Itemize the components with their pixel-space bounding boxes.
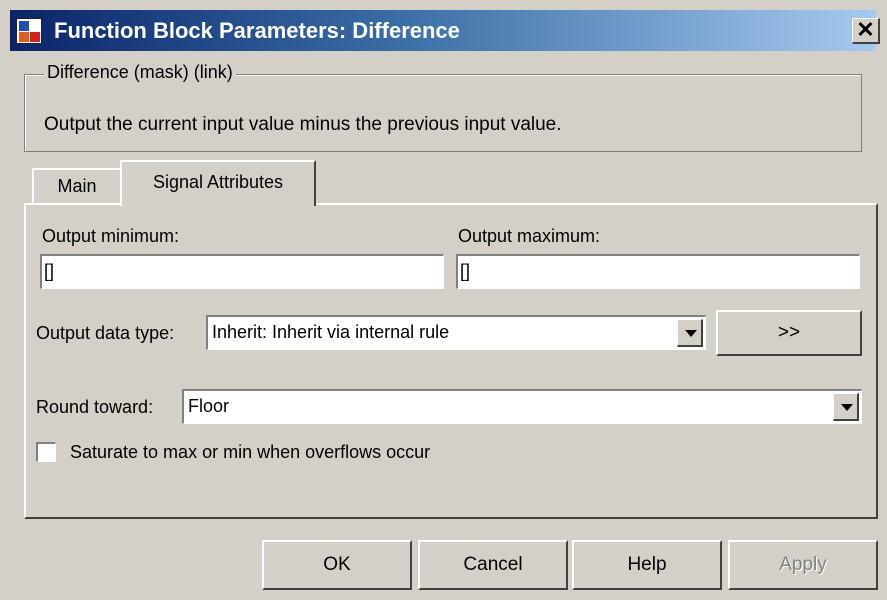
apply-button[interactable]: Apply bbox=[728, 540, 878, 590]
apply-button-label: Apply bbox=[779, 554, 827, 575]
chevron-down-icon[interactable] bbox=[677, 319, 703, 347]
chevron-down-icon[interactable] bbox=[833, 393, 859, 421]
output-data-type-value: Inherit: Inherit via internal rule bbox=[212, 322, 450, 342]
cancel-button[interactable]: Cancel bbox=[418, 540, 568, 590]
output-data-type-label: Output data type: bbox=[36, 323, 175, 343]
title-bar: Function Block Parameters: Difference ✕ bbox=[10, 10, 880, 51]
round-toward-select[interactable]: Floor bbox=[182, 389, 862, 424]
output-maximum-value: [] bbox=[460, 261, 471, 281]
output-maximum-input[interactable]: [] bbox=[456, 254, 860, 289]
tab-signal-attributes-label: Signal Attributes bbox=[152, 172, 284, 192]
saturate-checkbox[interactable] bbox=[36, 442, 56, 462]
tab-signal-attributes[interactable]: Signal Attributes bbox=[120, 160, 316, 206]
output-minimum-label: Output minimum: bbox=[42, 226, 180, 246]
data-type-assistant-label: >> bbox=[777, 322, 801, 343]
close-button[interactable]: ✕ bbox=[852, 18, 880, 44]
block-description: Output the current input value minus the… bbox=[44, 114, 562, 135]
tab-main-label: Main bbox=[57, 176, 97, 196]
output-minimum-value: [] bbox=[44, 261, 55, 281]
close-icon: ✕ bbox=[856, 17, 875, 42]
saturate-label: Saturate to max or min when overflows oc… bbox=[70, 442, 431, 462]
tab-main[interactable]: Main bbox=[32, 168, 122, 203]
ok-button-label: OK bbox=[323, 554, 351, 575]
window-title: Function Block Parameters: Difference bbox=[54, 18, 460, 43]
simulink-block-icon bbox=[16, 18, 42, 44]
groupbox-legend: Difference (mask) (link) bbox=[44, 62, 236, 83]
help-button[interactable]: Help bbox=[572, 540, 722, 590]
data-type-assistant-button[interactable]: >> bbox=[716, 310, 862, 356]
round-toward-value: Floor bbox=[188, 396, 230, 416]
description-groupbox bbox=[24, 74, 862, 152]
output-data-type-select[interactable]: Inherit: Inherit via internal rule bbox=[206, 315, 706, 350]
output-maximum-label: Output maximum: bbox=[458, 226, 601, 246]
dialog-window: Function Block Parameters: Difference ✕ … bbox=[0, 0, 887, 600]
cancel-button-label: Cancel bbox=[463, 554, 523, 575]
tab-panel bbox=[24, 203, 878, 519]
ok-button[interactable]: OK bbox=[262, 540, 412, 590]
round-toward-label: Round toward: bbox=[36, 397, 154, 417]
help-button-label: Help bbox=[627, 554, 667, 575]
output-minimum-input[interactable]: [] bbox=[40, 254, 444, 289]
